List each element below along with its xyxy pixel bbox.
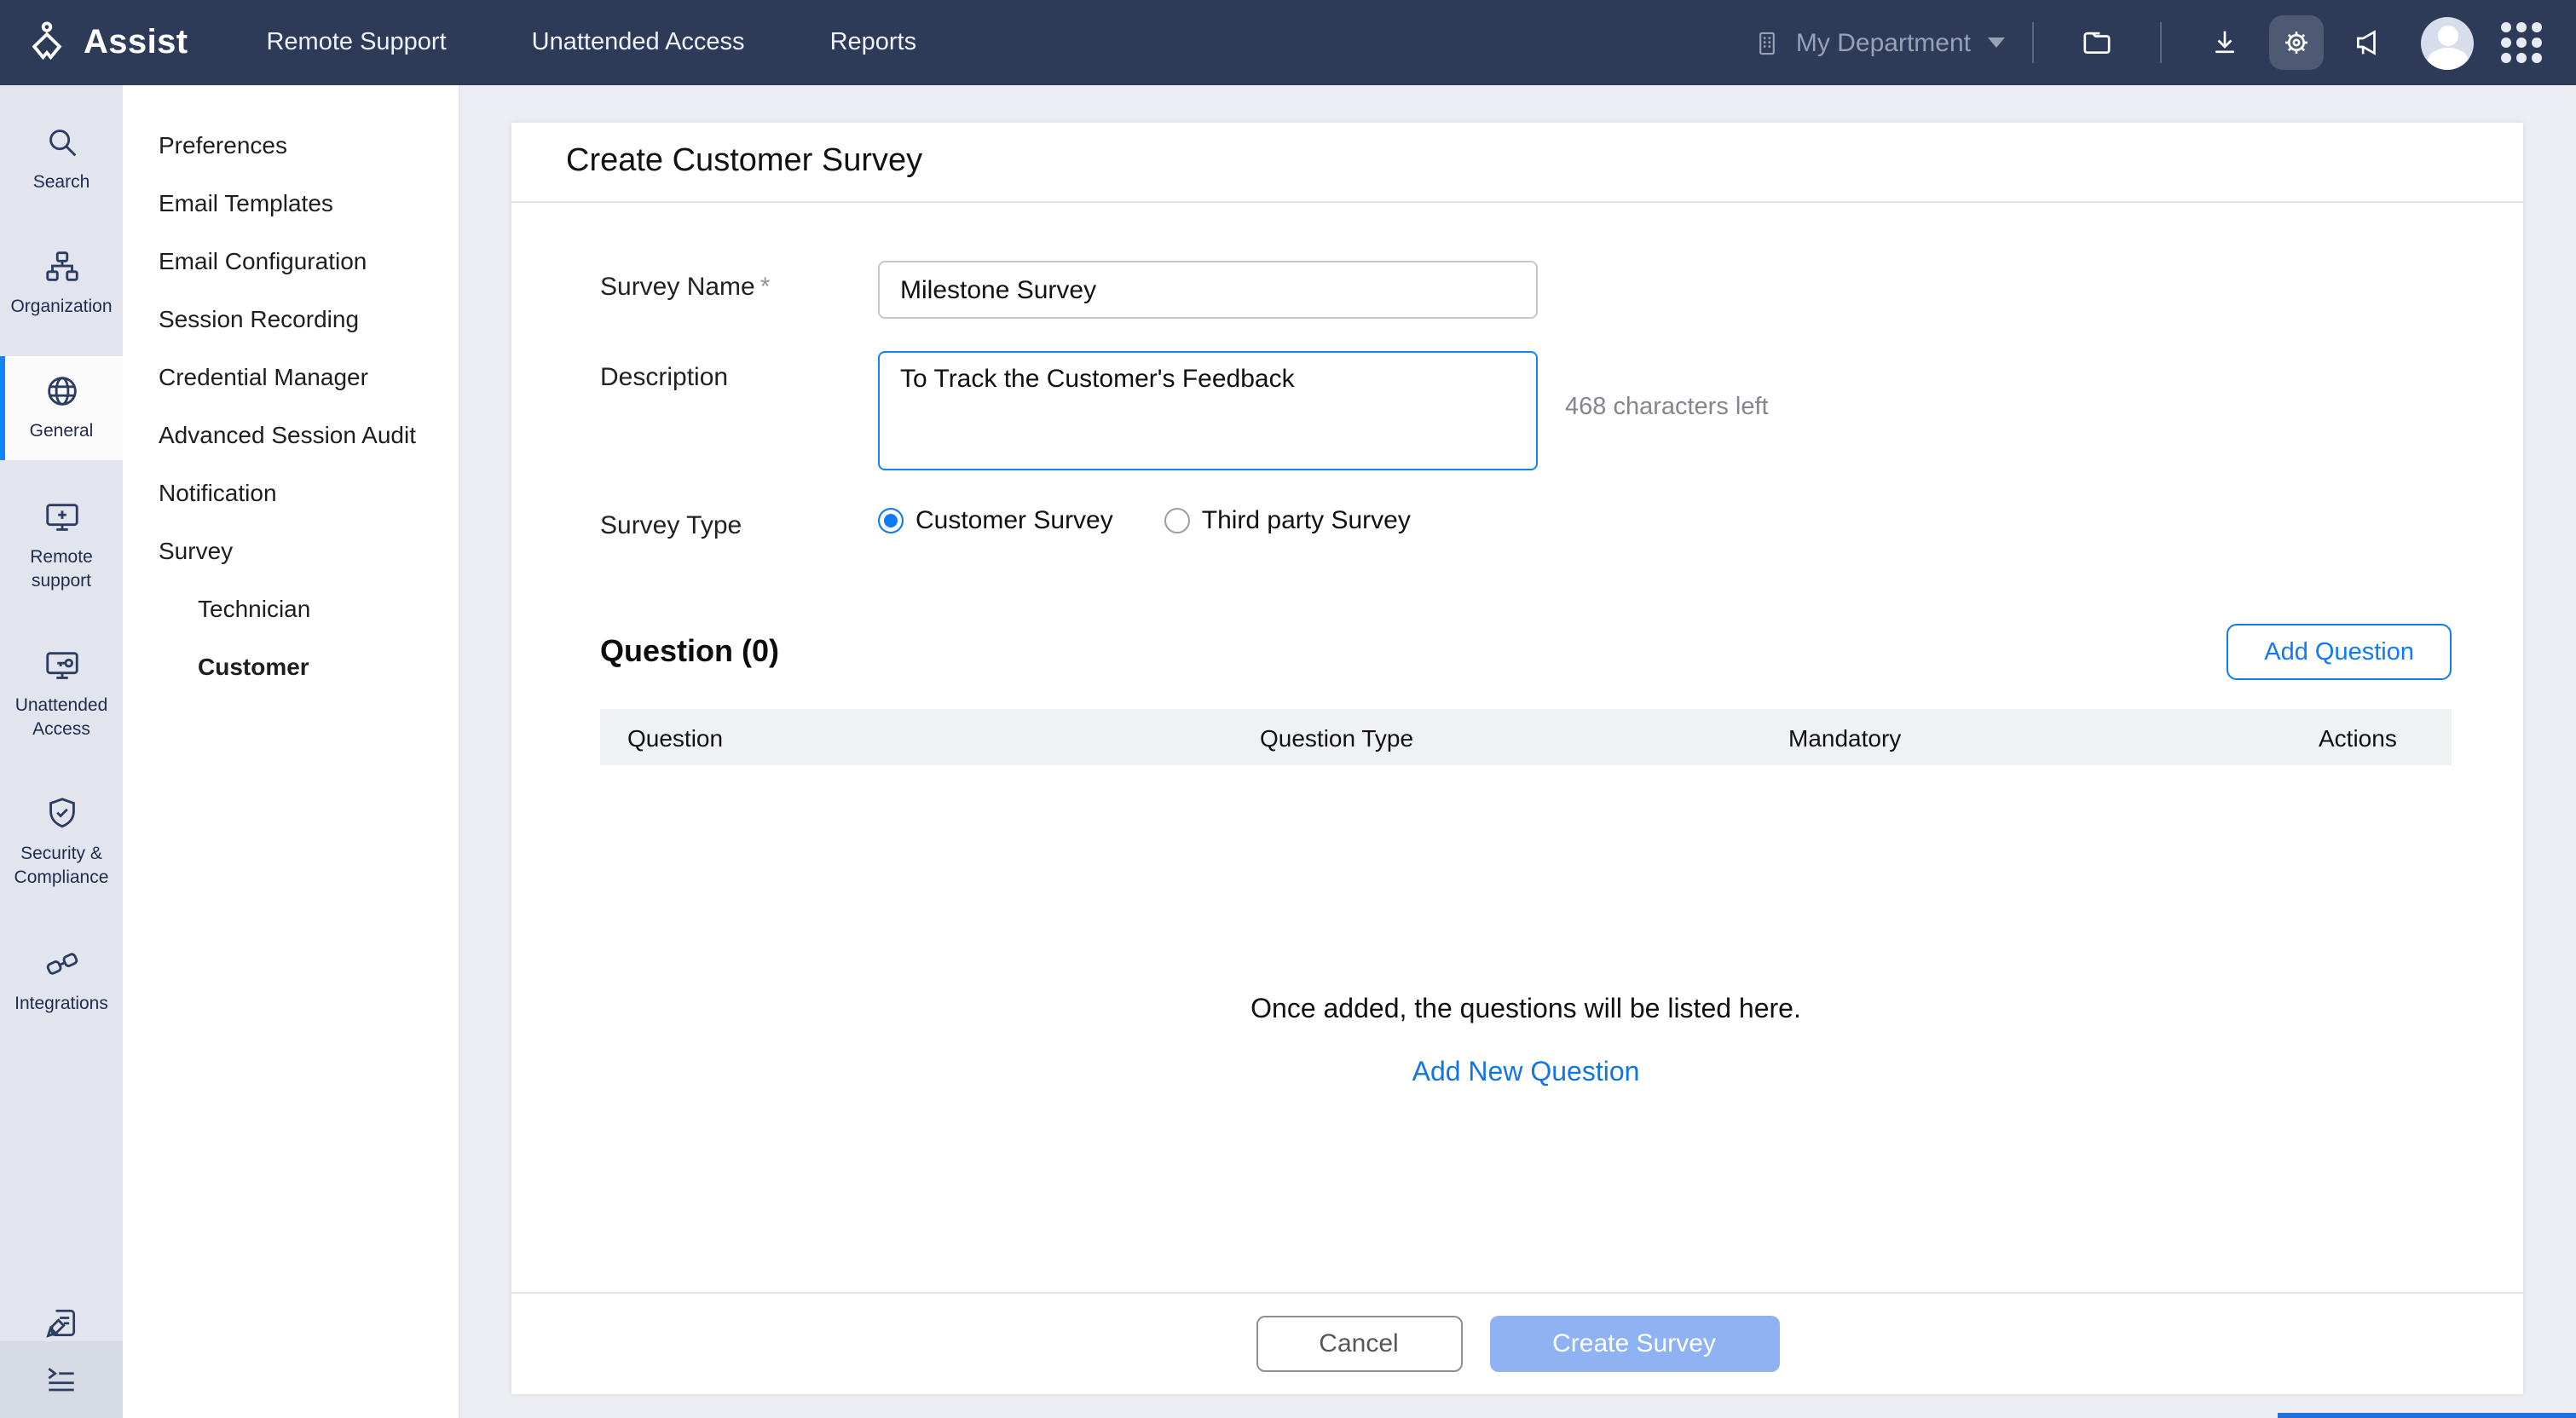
nav-reports[interactable]: Reports (830, 29, 917, 56)
monitor-key-icon (42, 646, 81, 685)
create-survey-card: Create Customer Survey Survey Name* Desc… (511, 123, 2523, 1394)
required-mark: * (760, 273, 771, 302)
description-label: Description (600, 351, 878, 392)
card-body: Survey Name* Description To Track the Cu… (511, 203, 2523, 1292)
divider (2160, 22, 2162, 63)
create-survey-button[interactable]: Create Survey (1489, 1316, 1779, 1372)
org-chart-icon (42, 247, 81, 286)
chevron-down-icon (1988, 37, 2005, 48)
sidebar-item-general[interactable]: General (0, 357, 123, 459)
sidebar-item-remote-support[interactable]: Remote support (0, 481, 123, 608)
submenu-preferences[interactable]: Preferences (123, 116, 459, 174)
avatar-head (2437, 25, 2458, 45)
sidebar-collapse-button[interactable] (0, 1341, 123, 1418)
announcements-button[interactable] (2341, 15, 2395, 70)
apps-grid-icon[interactable] (2501, 22, 2542, 63)
radio-icon (878, 508, 904, 533)
shield-check-icon (42, 794, 81, 833)
question-table-header: Question Question Type Mandatory Actions (600, 709, 2452, 765)
globe-icon (42, 372, 81, 412)
page-title: Create Customer Survey (566, 143, 922, 181)
sidebar-item-integrations[interactable]: Integrations (0, 928, 123, 1030)
department-selector[interactable]: My Department (1753, 28, 2005, 57)
survey-type-options: Customer Survey Third party Survey (878, 499, 1411, 535)
folder-icon (2080, 26, 2114, 60)
column-actions: Actions (2319, 723, 2452, 751)
sidebar-item-security-compliance[interactable]: Security & Compliance (0, 779, 123, 906)
divider (2032, 22, 2034, 63)
settings-button[interactable] (2269, 15, 2324, 70)
compose-note-icon (43, 1304, 80, 1341)
department-label: My Department (1796, 28, 1971, 57)
column-mandatory: Mandatory (1788, 723, 2319, 751)
feedback-button[interactable] (0, 1304, 123, 1341)
sidebar-item-search[interactable]: Search (0, 107, 123, 210)
download-icon (2208, 26, 2242, 60)
submenu-session-recording[interactable]: Session Recording (123, 290, 459, 348)
survey-type-row: Survey Type Customer Survey Third party … (600, 499, 2452, 540)
submenu-credential-manager[interactable]: Credential Manager (123, 348, 459, 406)
radio-icon (1164, 508, 1190, 533)
assist-logo-icon (24, 20, 70, 66)
question-count-heading: Question (0) (600, 634, 779, 670)
submenu-survey[interactable]: Survey (123, 522, 459, 579)
app-root: Assist Remote Support Unattended Access … (0, 0, 2576, 1418)
survey-type-label: Survey Type (600, 499, 878, 540)
monitor-plus-icon (42, 497, 81, 536)
submenu-email-configuration[interactable]: Email Configuration (123, 232, 459, 290)
characters-left-text: 468 characters left (1565, 351, 1769, 421)
building-icon (1753, 28, 1782, 57)
radio-third-party-survey[interactable]: Third party Survey (1164, 506, 1411, 535)
card-footer: Cancel Create Survey (511, 1292, 2523, 1394)
card-header: Create Customer Survey (511, 123, 2523, 203)
brand-name: Assist (84, 23, 188, 62)
survey-name-input[interactable] (878, 261, 1538, 319)
radio-customer-survey[interactable]: Customer Survey (878, 506, 1113, 535)
top-navbar: Assist Remote Support Unattended Access … (0, 0, 2576, 85)
sidebar-item-unattended-access[interactable]: Unattended Access (0, 631, 123, 758)
survey-name-label: Survey Name* (600, 261, 878, 302)
empty-state-text: Once added, the questions will be listed… (600, 995, 2452, 1026)
nav-remote-support[interactable]: Remote Support (266, 29, 446, 56)
description-row: Description To Track the Customer's Feed… (600, 351, 2452, 470)
download-button[interactable] (2198, 15, 2252, 70)
brand[interactable]: Assist (24, 20, 188, 66)
submenu-survey-customer[interactable]: Customer (123, 637, 459, 695)
cancel-button[interactable]: Cancel (1256, 1316, 1462, 1372)
primary-nav: Remote Support Unattended Access Reports (266, 29, 916, 56)
navbar-right: My Department (1753, 15, 2552, 70)
sidebar-item-organization[interactable]: Organization (0, 232, 123, 334)
submenu-survey-technician[interactable]: Technician (123, 579, 459, 637)
nav-unattended-access[interactable]: Unattended Access (532, 29, 745, 56)
add-new-question-link[interactable]: Add New Question (1412, 1058, 1640, 1089)
avatar[interactable] (2421, 16, 2474, 69)
submenu-advanced-session-audit[interactable]: Advanced Session Audit (123, 406, 459, 464)
add-question-button[interactable]: Add Question (2227, 624, 2452, 680)
questions-empty-state: Once added, the questions will be listed… (600, 995, 2452, 1089)
icon-sidebar: Search Organization General R (0, 85, 123, 1418)
settings-submenu: Preferences Email Templates Email Config… (123, 85, 460, 1418)
plug-icon (42, 943, 81, 983)
folder-button[interactable] (2070, 15, 2124, 70)
main-area: Create Customer Survey Survey Name* Desc… (460, 85, 2576, 1418)
bottom-widget-strip (2278, 1413, 2576, 1418)
megaphone-icon (2351, 26, 2385, 60)
description-textarea[interactable]: To Track the Customer's Feedback (878, 351, 1538, 470)
column-question: Question (627, 723, 1260, 751)
collapse-menu-icon (43, 1361, 80, 1398)
submenu-email-templates[interactable]: Email Templates (123, 174, 459, 232)
question-section-header: Question (0) Add Question (600, 624, 2452, 680)
gear-icon (2279, 26, 2313, 60)
avatar-body (2427, 47, 2468, 69)
search-icon (42, 123, 81, 162)
column-question-type: Question Type (1260, 723, 1788, 751)
submenu-notification[interactable]: Notification (123, 464, 459, 522)
survey-name-row: Survey Name* (600, 261, 2452, 319)
